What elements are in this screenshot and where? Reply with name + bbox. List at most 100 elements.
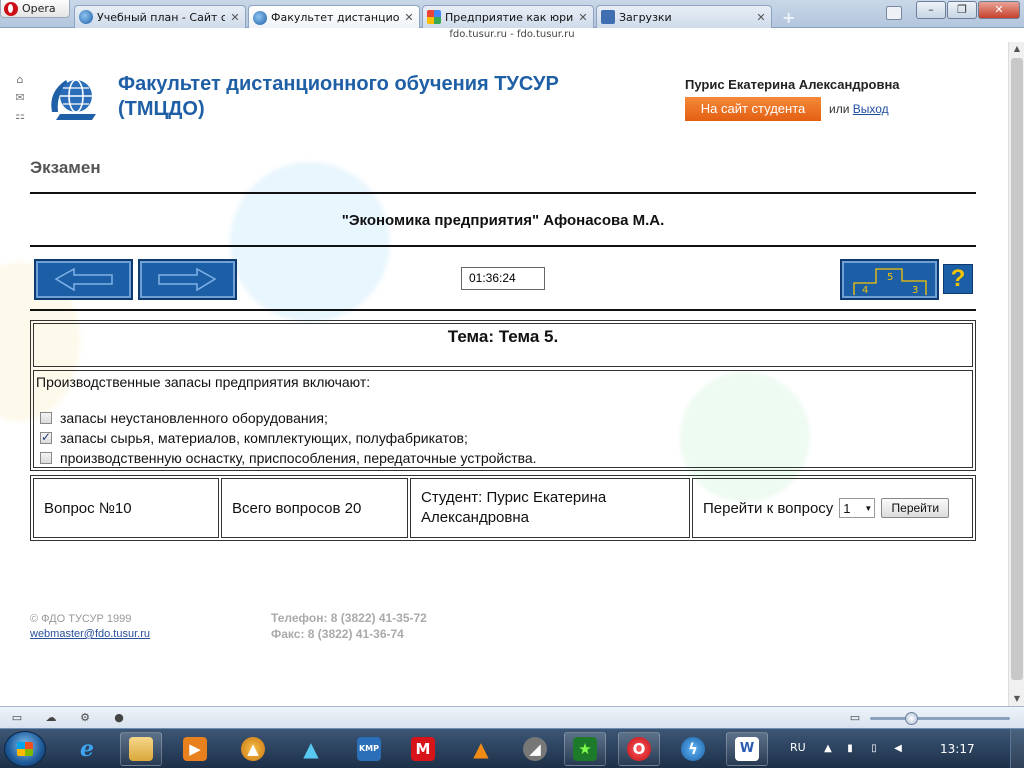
opera-menu-button[interactable]: Opera xyxy=(0,0,70,18)
answer-option[interactable]: запасы неустановленного оборудования; xyxy=(36,408,970,428)
tab-faculty[interactable]: Факультет дистанционно... ✕ xyxy=(248,5,420,29)
phone-text: Телефон: 8 (3822) 41-35-72 xyxy=(271,611,427,625)
tusur-logo-icon xyxy=(51,79,96,120)
copyright-text: © ФДО ТУСУР 1999 xyxy=(30,613,132,625)
battery-icon[interactable]: ▮ xyxy=(844,743,856,755)
panel-toggle-icon[interactable]: ▭ xyxy=(10,711,24,724)
close-tab-icon[interactable]: ✕ xyxy=(755,11,767,24)
tab-enterprise[interactable]: Предприятие как юри... ✕ xyxy=(422,5,594,28)
closed-tabs-trash-icon[interactable] xyxy=(886,6,902,20)
scroll-up-icon[interactable]: ▲ xyxy=(1009,42,1024,56)
zoom-slider-handle[interactable] xyxy=(905,712,918,725)
word-icon[interactable]: W xyxy=(726,732,768,766)
opera-logo-icon xyxy=(4,1,18,16)
globe-icon xyxy=(253,10,267,25)
file-explorer-icon[interactable] xyxy=(120,732,162,766)
tab-downloads[interactable]: Загрузки ✕ xyxy=(596,5,772,28)
kmplayer-icon[interactable]: KMP xyxy=(348,732,390,766)
podium-label-right: 3 xyxy=(912,285,918,296)
side-icons: ⌂ ✉ ⚏ xyxy=(14,74,26,122)
goto-label: Перейти к вопросу xyxy=(703,499,834,517)
minimize-button[interactable]: – xyxy=(916,1,946,19)
close-tab-icon[interactable]: ✕ xyxy=(577,11,589,24)
internet-explorer-icon[interactable]: e xyxy=(66,732,108,766)
page-title: Экзамен xyxy=(30,158,101,177)
zoom-slider-track[interactable] xyxy=(870,717,1010,720)
chevron-down-icon: ▼ xyxy=(864,503,873,513)
home-icon[interactable]: ⌂ xyxy=(14,74,26,86)
answer-label: запасы неустановленного оборудования; xyxy=(60,410,328,426)
question-select[interactable]: 1 ▼ xyxy=(839,498,876,518)
app-triangle-icon[interactable]: ▲ xyxy=(290,732,332,766)
scroll-thumb[interactable] xyxy=(1011,58,1023,680)
podium-label-center: 5 xyxy=(887,272,893,283)
address-label: fdo.tusur.ru - fdo.tusur.ru xyxy=(0,28,1024,42)
volume-icon[interactable]: ◀ xyxy=(892,743,904,755)
answer-checkbox[interactable] xyxy=(40,430,52,444)
help-button[interactable]: ? xyxy=(943,264,973,294)
network-icon[interactable]: ▯ xyxy=(868,743,880,755)
webmaster-email-link[interactable]: webmaster@fdo.tusur.ru xyxy=(30,627,150,642)
site-title: Факультет дистанционного обучения ТУСУР … xyxy=(118,73,559,120)
browser-status-bar: ▭ ☁ ⚙ ● ▭ xyxy=(0,706,1024,728)
footer-copyright: © ФДО ТУСУР 1999 webmaster@fdo.tusur.ru xyxy=(30,612,150,642)
theme-title: Тема: Тема 5. xyxy=(33,323,973,367)
start-button[interactable] xyxy=(4,731,46,767)
lightning-icon[interactable]: ϟ xyxy=(672,732,714,766)
tray-expand-icon[interactable]: ▲ xyxy=(822,743,834,755)
previous-question-button[interactable] xyxy=(34,259,133,300)
close-tab-icon[interactable]: ✕ xyxy=(403,11,415,24)
exam-timer: 01:36:24 xyxy=(461,267,545,290)
question-select-value: 1 xyxy=(843,500,851,516)
opera-icon[interactable]: O xyxy=(618,732,660,766)
answer-checkbox[interactable] xyxy=(40,412,52,424)
vlc-icon[interactable]: ▲ xyxy=(460,732,502,766)
mail-icon[interactable]: ✉ xyxy=(14,92,26,104)
mail-ru-icon[interactable]: M xyxy=(402,732,444,766)
logout-link[interactable]: Выход xyxy=(853,102,889,116)
show-desktop-button[interactable] xyxy=(1010,729,1024,768)
language-indicator[interactable]: RU xyxy=(790,741,806,754)
aimp-icon[interactable]: ▲ xyxy=(232,732,274,766)
podium-icon: 4 5 3 xyxy=(853,268,927,296)
next-question-button[interactable] xyxy=(138,259,237,300)
close-window-button[interactable]: ✕ xyxy=(978,1,1020,19)
arrow-left-icon xyxy=(54,267,113,292)
zoom-out-icon[interactable]: ▭ xyxy=(848,711,862,724)
divider xyxy=(30,192,976,194)
opera-menu-label: Opera xyxy=(22,2,56,15)
close-tab-icon[interactable]: ✕ xyxy=(229,11,241,24)
podium-label-left: 4 xyxy=(862,285,868,296)
footer-contacts: Телефон: 8 (3822) 41-35-72 Факс: 8 (3822… xyxy=(271,610,427,642)
sitemap-icon[interactable]: ⚏ xyxy=(14,110,26,122)
question-number: Вопрос №10 xyxy=(33,478,219,538)
game-star-icon[interactable]: ★ xyxy=(564,732,606,766)
satellite-icon[interactable]: ◢ xyxy=(514,732,556,766)
media-player-icon[interactable]: ▶ xyxy=(174,732,216,766)
maximize-button[interactable]: ❐ xyxy=(947,1,977,19)
vertical-scrollbar[interactable]: ▲ ▼ xyxy=(1008,42,1024,706)
goto-button[interactable]: Перейти xyxy=(881,498,950,518)
cloud-icon[interactable]: ☁ xyxy=(44,711,58,724)
question-text: Производственные запасы предприятия вклю… xyxy=(36,374,371,390)
tab-title: Факультет дистанционно... xyxy=(271,11,399,24)
tab-title: Предприятие как юри... xyxy=(445,10,573,24)
answer-option[interactable]: производственную оснастку, приспособлени… xyxy=(36,448,970,468)
new-tab-icon[interactable]: + xyxy=(782,8,795,27)
divider xyxy=(30,309,976,311)
scroll-down-icon[interactable]: ▼ xyxy=(1009,692,1024,706)
downloads-icon xyxy=(601,10,615,24)
tab-study-plan[interactable]: Учебный план - Сайт с... ✕ xyxy=(74,5,246,28)
turbo-icon[interactable]: ● xyxy=(112,711,126,724)
goto-question: Перейти к вопросу 1 ▼ Перейти xyxy=(692,478,973,538)
windows-taskbar: e ▶ ▲ ▲ KMP M ▲ ◢ ★ O ϟ W RU ▲ ▮ ▯ ◀ 13:… xyxy=(0,728,1024,768)
student-site-button[interactable]: На сайт студента xyxy=(685,97,821,121)
system-clock[interactable]: 13:17 xyxy=(940,742,975,756)
browser-tab-bar: Opera Учебный план - Сайт с... ✕ Факульт… xyxy=(0,0,1024,29)
results-podium-button[interactable]: 4 5 3 xyxy=(840,259,939,300)
answer-checkbox[interactable] xyxy=(40,452,52,464)
unite-icon[interactable]: ⚙ xyxy=(78,711,92,724)
answer-option[interactable]: запасы сырья, материалов, комплектующих,… xyxy=(36,428,970,448)
question-panel: Производственные запасы предприятия вклю… xyxy=(33,370,973,468)
user-name: Пурис Екатерина Александровна xyxy=(685,77,900,92)
